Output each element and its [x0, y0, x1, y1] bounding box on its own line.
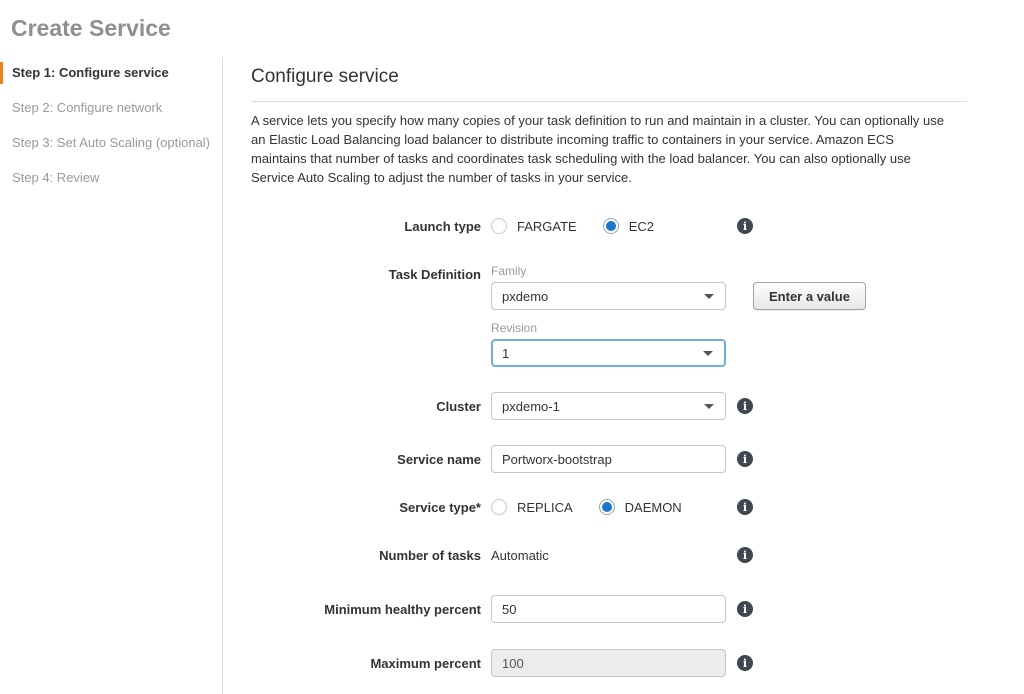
service-type-label: Service type*	[251, 500, 481, 515]
launch-type-radio-group: FARGATE EC2	[491, 218, 726, 234]
service-type-radio-group: REPLICA DAEMON	[491, 499, 726, 515]
launch-type-info-icon[interactable]: i	[737, 218, 753, 234]
revision-dropdown-value: 1	[502, 346, 509, 361]
sidebar-item-step1-configure-service[interactable]: Step 1: Configure service	[0, 62, 222, 84]
min-healthy-percent-info-icon[interactable]: i	[737, 601, 753, 617]
main-content: Configure service A service lets you spe…	[222, 58, 1024, 694]
service-name-label: Service name	[251, 452, 481, 467]
sidebar-item-step4-review[interactable]: Step 4: Review	[0, 167, 222, 189]
launch-type-label: Launch type	[251, 219, 481, 234]
number-of-tasks-label: Number of tasks	[251, 548, 481, 563]
revision-mini-label: Revision	[491, 321, 866, 335]
number-of-tasks-row: Number of tasks Automatic i	[251, 547, 967, 563]
cluster-info-icon[interactable]: i	[737, 398, 753, 414]
service-name-input[interactable]	[491, 445, 726, 473]
wizard-steps-sidebar: Step 1: Configure service Step 2: Config…	[0, 58, 222, 694]
fargate-radio[interactable]	[491, 218, 507, 234]
enter-a-value-button[interactable]: Enter a value	[753, 282, 866, 310]
fargate-radio-label[interactable]: FARGATE	[517, 219, 577, 234]
page-title: Create Service	[0, 0, 1024, 58]
min-healthy-percent-input[interactable]	[491, 595, 726, 623]
replica-radio-label[interactable]: REPLICA	[517, 500, 573, 515]
cluster-row: Cluster pxdemo-1 i	[251, 392, 967, 420]
min-healthy-percent-row: Minimum healthy percent i	[251, 595, 967, 623]
replica-radio[interactable]	[491, 499, 507, 515]
max-percent-row: Maximum percent i	[251, 649, 967, 677]
sidebar-item-step2-configure-network[interactable]: Step 2: Configure network	[0, 97, 222, 119]
ec2-radio[interactable]	[603, 218, 619, 234]
section-description: A service lets you specify how many copi…	[251, 111, 951, 187]
section-heading: Configure service	[251, 66, 967, 102]
configure-service-form: Launch type FARGATE EC2 i Task Definitio…	[251, 218, 967, 677]
chevron-down-icon	[704, 294, 714, 299]
wizard-layout: Step 1: Configure service Step 2: Config…	[0, 58, 1024, 694]
cluster-label: Cluster	[251, 399, 481, 414]
min-healthy-percent-label: Minimum healthy percent	[251, 602, 481, 617]
cluster-dropdown-value: pxdemo-1	[502, 399, 560, 414]
number-of-tasks-value: Automatic	[491, 548, 726, 563]
number-of-tasks-info-icon[interactable]: i	[737, 547, 753, 563]
task-definition-label: Task Definition	[251, 264, 481, 282]
service-name-info-icon[interactable]: i	[737, 451, 753, 467]
max-percent-label: Maximum percent	[251, 656, 481, 671]
service-name-row: Service name i	[251, 445, 967, 473]
sidebar-item-step3-auto-scaling[interactable]: Step 3: Set Auto Scaling (optional)	[0, 132, 222, 154]
max-percent-info-icon[interactable]: i	[737, 655, 753, 671]
max-percent-input	[491, 649, 726, 677]
family-dropdown-value: pxdemo	[502, 289, 548, 304]
service-type-info-icon[interactable]: i	[737, 499, 753, 515]
family-dropdown[interactable]: pxdemo	[491, 282, 726, 310]
chevron-down-icon	[704, 404, 714, 409]
task-definition-row: Task Definition Family pxdemo Enter a va…	[251, 264, 967, 367]
family-mini-label: Family	[491, 264, 866, 278]
cluster-dropdown[interactable]: pxdemo-1	[491, 392, 726, 420]
service-type-row: Service type* REPLICA DAEMON i	[251, 499, 967, 515]
daemon-radio[interactable]	[599, 499, 615, 515]
launch-type-row: Launch type FARGATE EC2 i	[251, 218, 967, 234]
revision-dropdown[interactable]: 1	[491, 339, 726, 367]
chevron-down-icon	[703, 351, 713, 356]
daemon-radio-label[interactable]: DAEMON	[625, 500, 682, 515]
ec2-radio-label[interactable]: EC2	[629, 219, 654, 234]
